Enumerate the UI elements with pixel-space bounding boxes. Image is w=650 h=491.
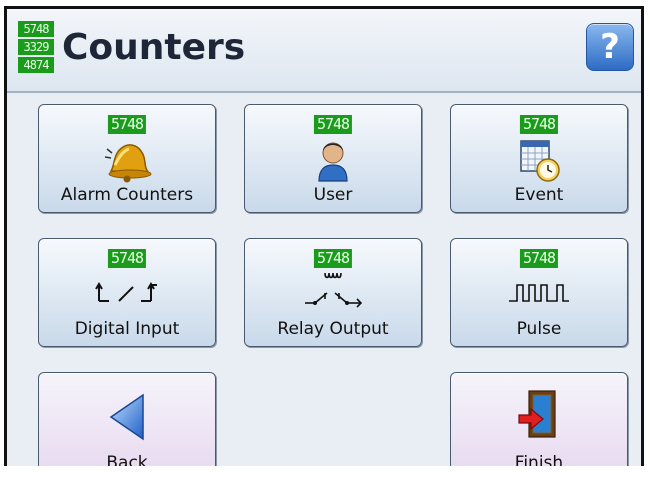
user-icon [313,135,353,187]
back-label: Back [106,453,148,466]
alarm-counters-label: Alarm Counters [60,185,194,205]
back-button[interactable]: Back [38,372,216,466]
logo-line-1: 5748 [18,21,54,37]
header-bar: 5748 3329 4874 Counters ? [7,9,641,93]
logo-line-3: 4874 [18,57,54,73]
counter-badge: 5748 [519,249,559,268]
finish-button[interactable]: Finish [450,372,628,466]
bell-icon [97,135,157,187]
counters-screen: 5748 3329 4874 Counters ? 5748 Alarm Cou… [4,6,644,466]
user-label: User [313,185,353,205]
pulse-label: Pulse [516,319,562,339]
alarm-counters-button[interactable]: 5748 Alarm Counters [38,104,216,213]
digital-input-label: Digital Input [74,319,180,339]
event-button[interactable]: 5748 Event [450,104,628,213]
help-button[interactable]: ? [586,23,634,71]
relay-icon [301,269,365,313]
digital-input-icon [95,275,159,309]
page-title: Counters [62,27,246,68]
back-arrow-icon [105,391,149,447]
exit-door-icon [515,387,563,445]
relay-output-label: Relay Output [277,319,389,339]
counter-badge: 5748 [519,115,559,134]
finish-label: Finish [514,453,564,466]
counter-badge: 5748 [107,115,147,134]
counter-badge: 5748 [107,249,147,268]
counter-badge: 5748 [313,249,353,268]
digital-input-button[interactable]: 5748 Digital Input [38,238,216,347]
pulse-button[interactable]: 5748 Pulse [450,238,628,347]
pulse-icon [507,279,571,309]
calendar-clock-icon [517,135,561,187]
event-label: Event [514,185,564,205]
counters-logo-icon: 5748 3329 4874 [18,21,54,73]
user-button[interactable]: 5748 User [244,104,422,213]
counter-badge: 5748 [313,115,353,134]
relay-output-button[interactable]: 5748 Relay Output [244,238,422,347]
logo-line-2: 3329 [18,39,54,55]
